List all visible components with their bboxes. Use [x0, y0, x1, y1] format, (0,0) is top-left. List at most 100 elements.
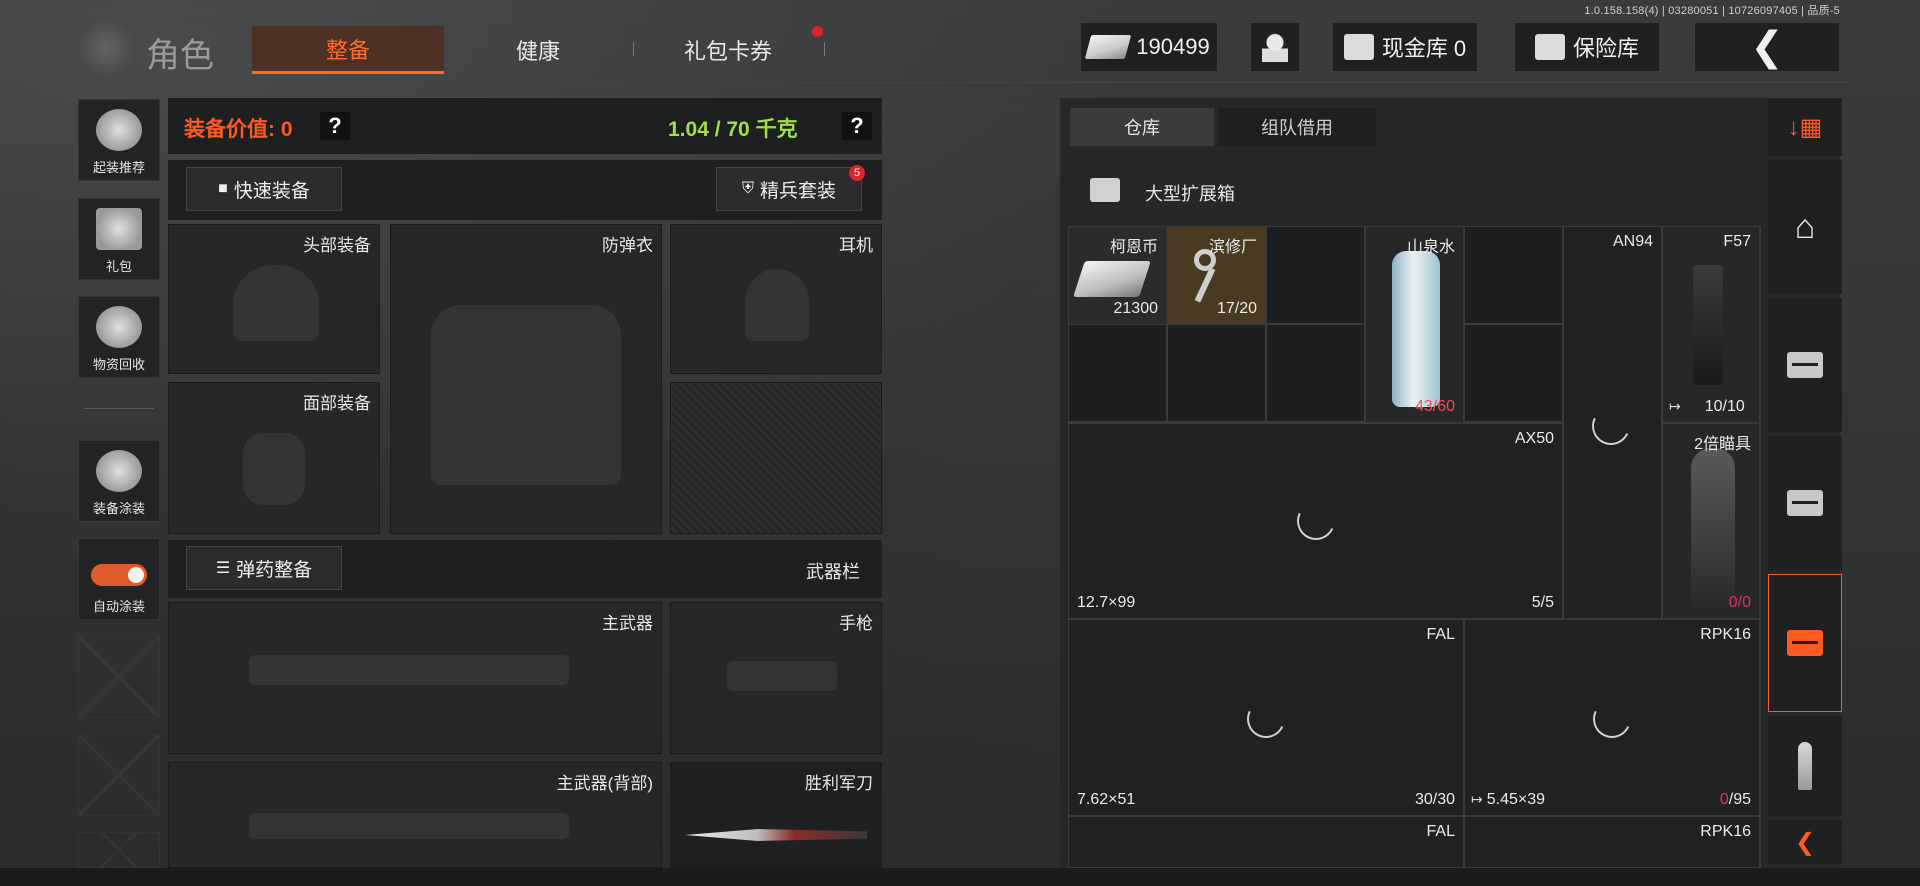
grid-cell[interactable] [1464, 226, 1563, 324]
nav-collapse[interactable]: ❮ [1768, 820, 1842, 864]
sidebar-item-recommend[interactable]: 起装推荐 [78, 99, 160, 181]
item-count-current: 0 [1728, 594, 1738, 611]
item-scope[interactable]: 2倍瞄具 0/0 [1662, 423, 1760, 619]
water-bottle-icon [1392, 251, 1440, 407]
face-slot[interactable]: 面部装备 [168, 382, 380, 534]
nav-ammo[interactable] [1768, 716, 1842, 816]
item-kean-coin[interactable]: 柯恩币 21300 [1068, 226, 1167, 325]
head-slot[interactable]: 头部装备 [168, 224, 380, 374]
sidebar-item-paint[interactable]: 装备涂装 [78, 440, 160, 522]
slot-label: 面部装备 [303, 394, 371, 413]
cash-stack-icon [1085, 35, 1132, 59]
tab-warehouse[interactable]: 仓库 [1070, 108, 1214, 146]
tab-gift-cards[interactable]: 礼包卡券 [650, 26, 806, 74]
primary-back-slot[interactable]: 主武器(背部) [168, 762, 662, 868]
item-count: ↦ 10/10 [1669, 398, 1745, 416]
item-name: 柯恩币 [1109, 239, 1158, 256]
loading-spinner-icon [1241, 694, 1291, 744]
loading-spinner-icon [1586, 401, 1636, 451]
elite-set-button[interactable]: ⛨ 精兵套装 [716, 167, 862, 211]
primary-weapon-slot[interactable]: 主武器 [168, 602, 662, 754]
nav-crate-1[interactable] [1768, 298, 1842, 432]
crate-icon [1787, 352, 1823, 378]
quick-equip-label: 快速装备 [233, 180, 310, 202]
slot-label: 胜利军刀 [805, 774, 873, 793]
knife-icon [685, 829, 867, 841]
item-rpk16[interactable]: RPK16 ↦ 5.45×39 0/95 [1464, 619, 1760, 816]
nav-crate-2[interactable] [1768, 436, 1842, 570]
item-count-value: 10/10 [1704, 398, 1745, 415]
cash-vault-button[interactable]: 现金库 0 [1332, 22, 1478, 72]
item-count: 17/20 [1216, 300, 1257, 317]
scope-icon [1691, 448, 1735, 608]
headset-silhouette-icon [745, 269, 809, 341]
grid-cell[interactable] [1266, 324, 1365, 422]
item-f57[interactable]: F57 ↦ 10/10 [1662, 226, 1760, 423]
nav-crate-3[interactable] [1768, 574, 1842, 712]
crate-icon [1787, 630, 1823, 656]
sidebar-item-label: 装备涂装 [92, 501, 145, 516]
item-name: AN94 [1612, 233, 1653, 250]
expansion-box-icon [1090, 178, 1120, 202]
profile-button[interactable] [1250, 22, 1300, 72]
armor-slot[interactable]: 防弹衣 [390, 224, 662, 534]
grid-cell[interactable] [1068, 324, 1167, 422]
pistol-slot[interactable]: 手枪 [670, 602, 882, 754]
tab-team-borrow[interactable]: 组队借用 [1218, 108, 1376, 146]
tab-health[interactable]: 健康 [460, 26, 616, 74]
sidebar-item-label: 礼包 [105, 259, 132, 274]
item-count: 30/30 [1414, 791, 1455, 808]
key-icon-shaft [1194, 267, 1216, 303]
back-button[interactable]: ❮ [1694, 22, 1840, 72]
sidebar-divider [84, 408, 154, 409]
item-name: 2倍瞄具 [1694, 436, 1751, 453]
ammo-icon: ☰ [215, 560, 231, 577]
grid-cell[interactable] [1266, 226, 1365, 324]
tab-equip[interactable]: 整备 [252, 26, 444, 74]
cash-vault-icon [1343, 34, 1374, 60]
page-title: 角色 [146, 36, 214, 76]
item-name: 山泉水 [1406, 239, 1455, 256]
quick-equip-button[interactable]: ■ 快速装备 [186, 167, 342, 211]
item-key[interactable]: 滨修厂 17/20 [1167, 226, 1266, 325]
attachment-icon: ↦ [1669, 398, 1681, 414]
pistol-silhouette-icon [727, 661, 837, 691]
value-help-button[interactable]: ? [320, 112, 350, 140]
sidebar-item-recycle[interactable]: 物资回收 [78, 296, 160, 378]
sidebar-item-gift[interactable]: 礼包 [78, 198, 160, 280]
loading-spinner-icon [1587, 694, 1637, 744]
recycle-icon [96, 306, 142, 348]
elite-set-label: 精兵套装 [760, 180, 837, 202]
sidebar-item-label: 起装推荐 [92, 160, 145, 175]
currency-display[interactable]: 190499 [1080, 22, 1218, 72]
header-divider [72, 82, 1848, 83]
item-name: RPK16 [1700, 626, 1751, 643]
attachment-icon: ↦ [1471, 791, 1483, 807]
nav-home[interactable]: ⌂ [1768, 160, 1842, 294]
slot-label: 头部装备 [303, 236, 371, 255]
item-rpk16-2[interactable]: RPK16 [1464, 816, 1760, 868]
item-fal-2[interactable]: FAL [1068, 816, 1464, 868]
weight-help-button[interactable]: ? [842, 112, 872, 140]
slot-label: 主武器 [602, 614, 653, 633]
sort-button[interactable]: ↓▦ [1768, 98, 1842, 156]
ammo-prep-button[interactable]: ☰ 弹药整备 [186, 546, 342, 590]
auto-paint-toggle[interactable] [91, 564, 147, 586]
sidebar-item-auto-paint[interactable]: 自动涂装 [78, 538, 160, 620]
headset-slot[interactable]: 耳机 [670, 224, 882, 374]
pistol-icon [1693, 265, 1723, 385]
sort-icon: ↓▦ [1787, 113, 1823, 141]
item-an94[interactable]: AN94 [1563, 226, 1662, 619]
paint-icon [96, 450, 142, 492]
grid-cell[interactable] [1167, 324, 1266, 422]
item-ax50[interactable]: AX50 12.7×99 5/5 [1068, 423, 1563, 619]
sidebar-item-label: 自动涂装 [92, 599, 145, 614]
item-count: 21300 [1113, 300, 1159, 317]
grid-cell[interactable] [1464, 324, 1563, 422]
item-ammo-wrap: ↦ 5.45×39 [1471, 791, 1545, 809]
item-fal[interactable]: FAL 7.62×51 30/30 [1068, 619, 1464, 816]
item-count: 43/60 [1414, 398, 1455, 415]
item-spring-water[interactable]: 山泉水 43/60 [1365, 226, 1464, 423]
safe-button[interactable]: 保险库 [1514, 22, 1660, 72]
knife-slot[interactable]: 胜利军刀 [670, 762, 882, 868]
